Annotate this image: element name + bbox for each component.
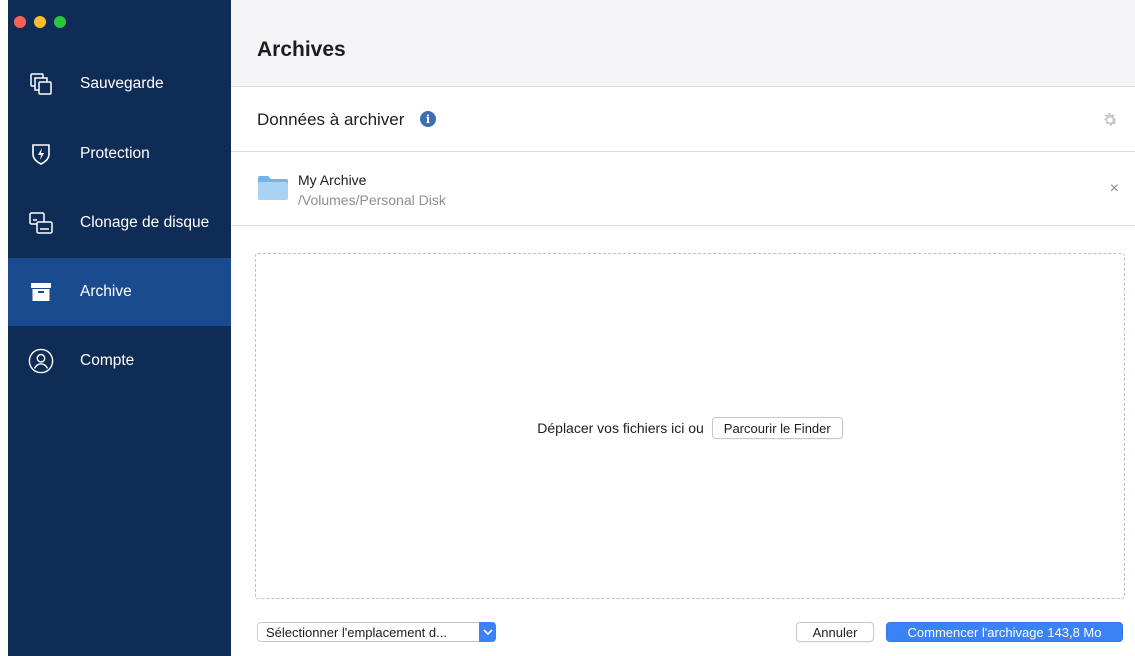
window-controls: [14, 16, 66, 28]
drop-zone-content: Déplacer vos fichiers ici ou Parcourir l…: [256, 417, 1124, 439]
sidebar-item-protection[interactable]: Protection: [8, 120, 231, 188]
folder-icon: [257, 175, 289, 201]
remove-item-icon[interactable]: ×: [1110, 180, 1119, 198]
page-header: Archives: [231, 0, 1135, 87]
archive-item[interactable]: My Archive /Volumes/Personal Disk ×: [231, 152, 1135, 226]
start-archiving-button[interactable]: Commencer l'archivage 143,8 Mo: [886, 622, 1123, 642]
sidebar-item-sauvegarde[interactable]: Sauvegarde: [8, 50, 231, 118]
drop-zone-text: Déplacer vos fichiers ici ou: [537, 420, 704, 436]
sidebar-item-label: Sauvegarde: [80, 75, 164, 92]
sidebar-item-label: Clonage de disque: [80, 214, 210, 231]
chevron-down-icon[interactable]: [479, 622, 496, 642]
info-icon[interactable]: i: [420, 111, 436, 127]
archive-name: My Archive: [298, 172, 367, 188]
sidebar-item-archive[interactable]: Archive: [8, 258, 231, 326]
backup-icon: [28, 71, 54, 97]
gear-icon[interactable]: [1101, 111, 1119, 129]
account-icon: [28, 348, 54, 374]
sidebar-item-clonage-de-disque[interactable]: Clonage de disque: [8, 189, 231, 257]
page-title: Archives: [257, 38, 346, 61]
close-window-button[interactable]: [14, 16, 26, 28]
archive-box-icon: [28, 279, 54, 305]
main-content: Archives Données à archiver i My Archive…: [231, 0, 1135, 656]
minimize-window-button[interactable]: [34, 16, 46, 28]
browse-finder-button[interactable]: Parcourir le Finder: [711, 417, 843, 439]
sidebar-item-compte[interactable]: Compte: [8, 327, 231, 395]
section-title: Données à archiver: [257, 110, 405, 129]
sidebar: Sauvegarde Protection Clonage de disque: [8, 0, 231, 656]
data-to-archive-section: Données à archiver i: [231, 87, 1135, 152]
location-select-label: Sélectionner l'emplacement d...: [266, 625, 447, 640]
shield-icon: [28, 141, 54, 167]
sidebar-item-label: Protection: [80, 145, 150, 162]
cancel-button[interactable]: Annuler: [796, 622, 874, 642]
file-drop-zone[interactable]: Déplacer vos fichiers ici ou Parcourir l…: [255, 253, 1125, 599]
window-edge: [0, 0, 8, 656]
sidebar-item-label: Archive: [80, 283, 132, 300]
archive-path: /Volumes/Personal Disk: [298, 192, 446, 208]
disk-clone-icon: [28, 210, 54, 236]
sidebar-item-label: Compte: [80, 352, 135, 369]
zoom-window-button[interactable]: [54, 16, 66, 28]
location-select[interactable]: Sélectionner l'emplacement d...: [257, 622, 496, 642]
